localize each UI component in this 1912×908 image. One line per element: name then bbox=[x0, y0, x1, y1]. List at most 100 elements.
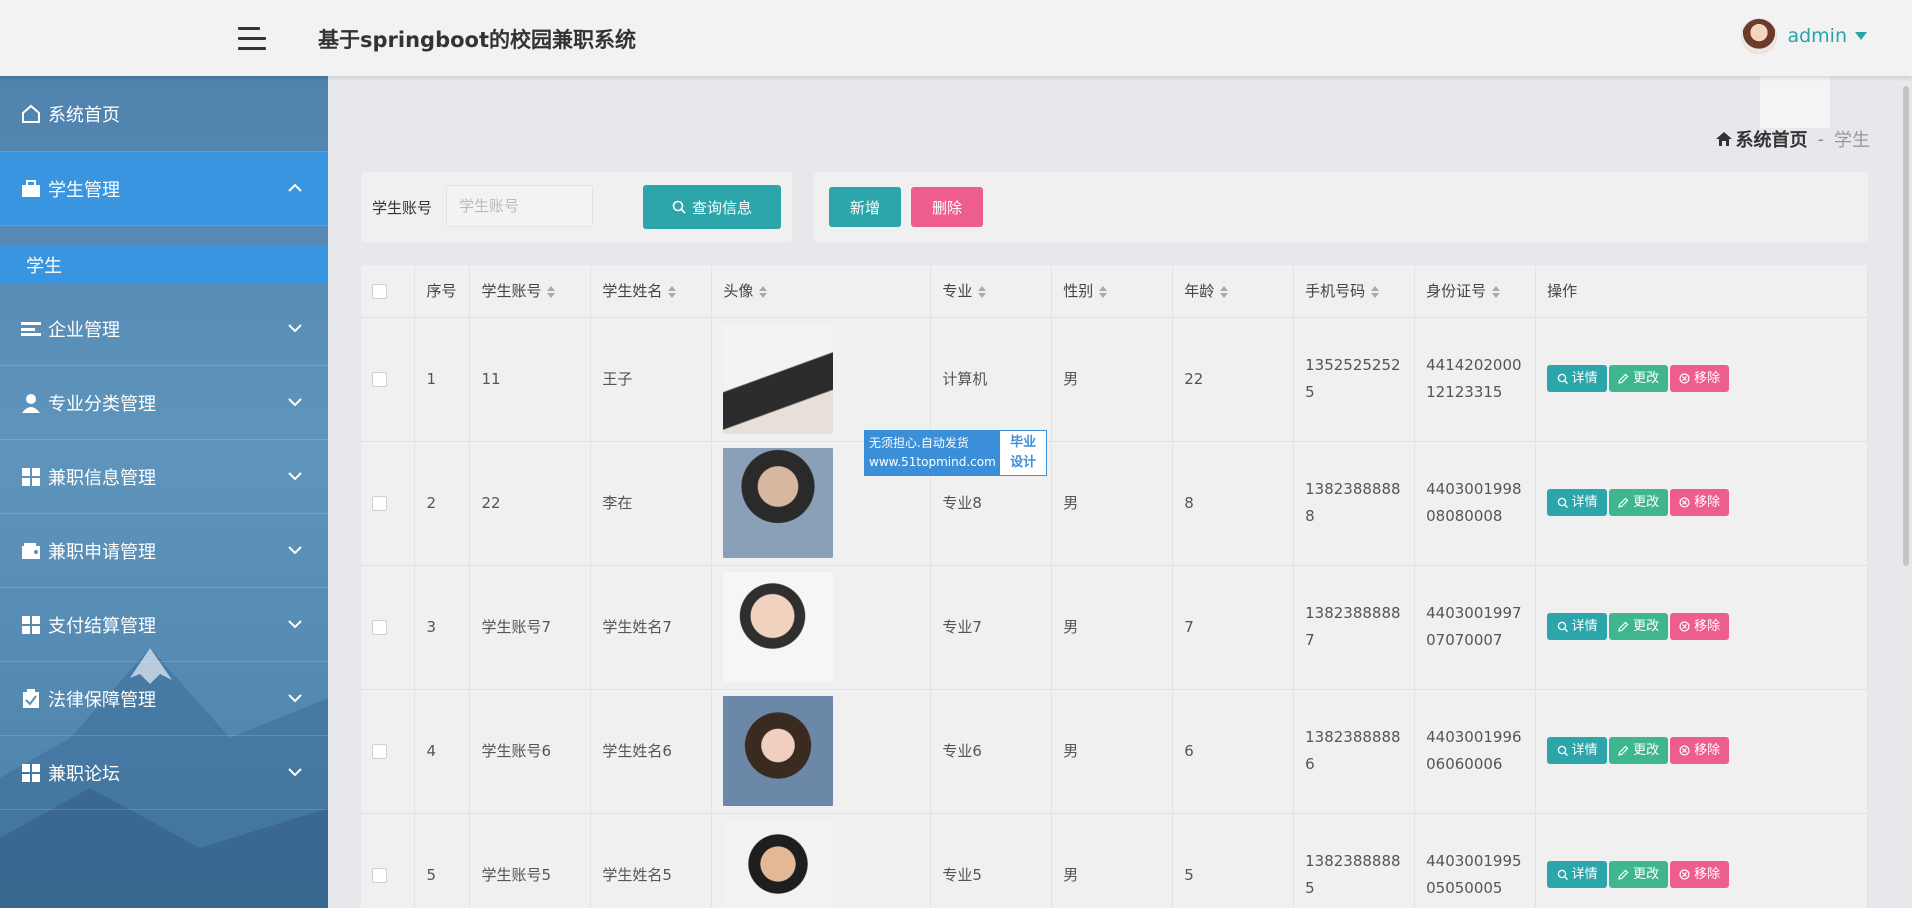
search-button[interactable]: 查询信息 bbox=[643, 185, 781, 229]
watermark-left: 无须担心.自动发货 www.51topmind.com bbox=[865, 431, 1001, 475]
select-all-cell bbox=[361, 265, 416, 318]
chevron-down-icon bbox=[288, 471, 302, 480]
edit-button[interactable]: 更改 bbox=[1609, 489, 1669, 516]
row-checkbox[interactable] bbox=[372, 495, 387, 511]
sort-icon[interactable] bbox=[668, 285, 677, 298]
remove-button[interactable]: 移除 bbox=[1670, 737, 1730, 764]
detail-button[interactable]: 详情 bbox=[1547, 737, 1608, 764]
table-row: 3 学生账号7 学生姓名7 专业7 男 7 1382388888 7 44030… bbox=[361, 565, 1868, 690]
cell-name: 学生姓名7 bbox=[590, 565, 713, 690]
delete-button[interactable]: 删除 bbox=[911, 187, 983, 227]
sidebar-item-job-forum[interactable]: 兼职论坛 bbox=[0, 736, 328, 810]
sort-icon[interactable] bbox=[1220, 285, 1229, 298]
column-label: 手机号码 bbox=[1305, 282, 1366, 301]
cell-operations: 详情 更改 移除 bbox=[1535, 441, 1868, 566]
student-avatar-image bbox=[723, 696, 834, 806]
detail-button[interactable]: 详情 bbox=[1547, 489, 1608, 516]
cell-no: 1 bbox=[414, 317, 471, 442]
column-header[interactable]: 性别 bbox=[1051, 265, 1174, 318]
cell-id-card: 4403001998 08080008 bbox=[1414, 441, 1537, 566]
column-header[interactable]: 学生账号 bbox=[469, 265, 592, 318]
wallet-icon bbox=[20, 540, 42, 562]
sort-icon[interactable] bbox=[1492, 285, 1501, 298]
cell-major: 专业5 bbox=[930, 813, 1053, 908]
detail-label: 详情 bbox=[1571, 619, 1598, 634]
page-scrollbar[interactable] bbox=[1900, 76, 1912, 908]
remove-circle-icon bbox=[1679, 869, 1690, 880]
sidebar-item-payment-settlement[interactable]: 支付结算管理 bbox=[0, 588, 328, 662]
row-checkbox[interactable] bbox=[372, 619, 387, 635]
cell-id-card: 4403001996 06060006 bbox=[1414, 689, 1537, 814]
sidebar-item-label: 兼职论坛 bbox=[48, 763, 120, 785]
pencil-icon bbox=[1618, 373, 1629, 384]
row-checkbox[interactable] bbox=[372, 743, 387, 759]
sidebar-item-legal-protection[interactable]: 法律保障管理 bbox=[0, 662, 328, 736]
edit-button[interactable]: 更改 bbox=[1609, 861, 1669, 888]
edit-button[interactable]: 更改 bbox=[1609, 365, 1669, 392]
column-label: 头像 bbox=[723, 282, 754, 301]
cell-no: 3 bbox=[414, 565, 471, 690]
sidebar-item-label: 专业分类管理 bbox=[48, 393, 156, 415]
column-label: 身份证号 bbox=[1426, 282, 1487, 301]
column-header[interactable]: 头像 bbox=[711, 265, 932, 318]
student-avatar-image bbox=[723, 324, 834, 434]
remove-button[interactable]: 移除 bbox=[1670, 613, 1730, 640]
column-header[interactable]: 专业 bbox=[930, 265, 1053, 318]
sort-icon[interactable] bbox=[547, 285, 556, 298]
cell-age: 5 bbox=[1172, 813, 1295, 908]
remove-button[interactable]: 移除 bbox=[1670, 861, 1730, 888]
user-avatar bbox=[1741, 18, 1778, 54]
sidebar-item-job-application[interactable]: 兼职申请管理 bbox=[0, 514, 328, 588]
breadcrumb-home-link[interactable]: 系统首页 bbox=[1736, 126, 1808, 152]
cell-phone: 1382388888 6 bbox=[1293, 689, 1416, 814]
column-header[interactable]: 手机号码 bbox=[1293, 265, 1416, 318]
watermark-line1: 无须担心.自动发货 bbox=[869, 436, 969, 450]
sort-icon[interactable] bbox=[1371, 285, 1380, 298]
list-icon bbox=[20, 318, 42, 340]
menu-toggle-icon[interactable] bbox=[238, 25, 268, 53]
remove-button[interactable]: 移除 bbox=[1670, 489, 1730, 516]
remove-circle-icon bbox=[1679, 497, 1690, 508]
row-checkbox[interactable] bbox=[372, 867, 387, 883]
cell-gender: 男 bbox=[1051, 813, 1174, 908]
sort-icon[interactable] bbox=[1099, 285, 1108, 298]
detail-button[interactable]: 详情 bbox=[1547, 613, 1608, 640]
remove-button[interactable]: 移除 bbox=[1670, 365, 1730, 392]
sort-icon[interactable] bbox=[978, 285, 987, 298]
sort-icon[interactable] bbox=[759, 285, 768, 298]
chevron-down-icon bbox=[288, 545, 302, 554]
detail-button[interactable]: 详情 bbox=[1547, 861, 1608, 888]
sidebar-item-major-category[interactable]: 专业分类管理 bbox=[0, 366, 328, 440]
table-row: 2 22 李在 专业8 男 8 1382388888 8 4403001998 … bbox=[361, 441, 1868, 566]
sidebar-item-student-management[interactable]: 学生管理 bbox=[0, 152, 328, 226]
breadcrumb-separator: - bbox=[1817, 128, 1825, 150]
add-button[interactable]: 新增 bbox=[829, 187, 901, 227]
column-header[interactable]: 学生姓名 bbox=[590, 265, 713, 318]
pencil-icon bbox=[1618, 497, 1629, 508]
column-header[interactable]: 身份证号 bbox=[1414, 265, 1537, 318]
sidebar-item-company-management[interactable]: 企业管理 bbox=[0, 292, 328, 366]
chevron-down-icon bbox=[288, 397, 302, 406]
pencil-icon bbox=[1618, 745, 1629, 756]
column-header[interactable]: 年龄 bbox=[1172, 265, 1295, 318]
app-title: 基于springboot的校园兼职系统 bbox=[318, 28, 636, 52]
user-menu[interactable]: admin bbox=[1741, 18, 1867, 54]
sidebar-item-job-info[interactable]: 兼职信息管理 bbox=[0, 440, 328, 514]
student-account-search-input[interactable] bbox=[446, 185, 593, 227]
cell-id-card: 4403001997 07070007 bbox=[1414, 565, 1537, 690]
row-checkbox[interactable] bbox=[372, 371, 387, 387]
select-all-checkbox[interactable] bbox=[372, 283, 387, 299]
edit-button[interactable]: 更改 bbox=[1609, 613, 1669, 640]
scrollbar-thumb[interactable] bbox=[1903, 86, 1909, 566]
top-header: 基于springboot的校园兼职系统 admin bbox=[0, 0, 1912, 76]
edit-button[interactable]: 更改 bbox=[1609, 737, 1669, 764]
sidebar-subitem-student[interactable]: 学生 bbox=[0, 246, 328, 284]
sidebar-item-home[interactable]: 系统首页 bbox=[0, 76, 328, 152]
clipboard-check-icon bbox=[20, 688, 42, 710]
table-row: 5 学生账号5 学生姓名5 专业5 男 5 1382388888 5 44030… bbox=[361, 813, 1868, 908]
sidebar-item-label: 学生管理 bbox=[48, 179, 120, 201]
cell-account: 学生账号7 bbox=[469, 565, 592, 690]
cell-no: 4 bbox=[414, 689, 471, 814]
cell-operations: 详情 更改 移除 bbox=[1535, 689, 1868, 814]
detail-button[interactable]: 详情 bbox=[1547, 365, 1608, 392]
